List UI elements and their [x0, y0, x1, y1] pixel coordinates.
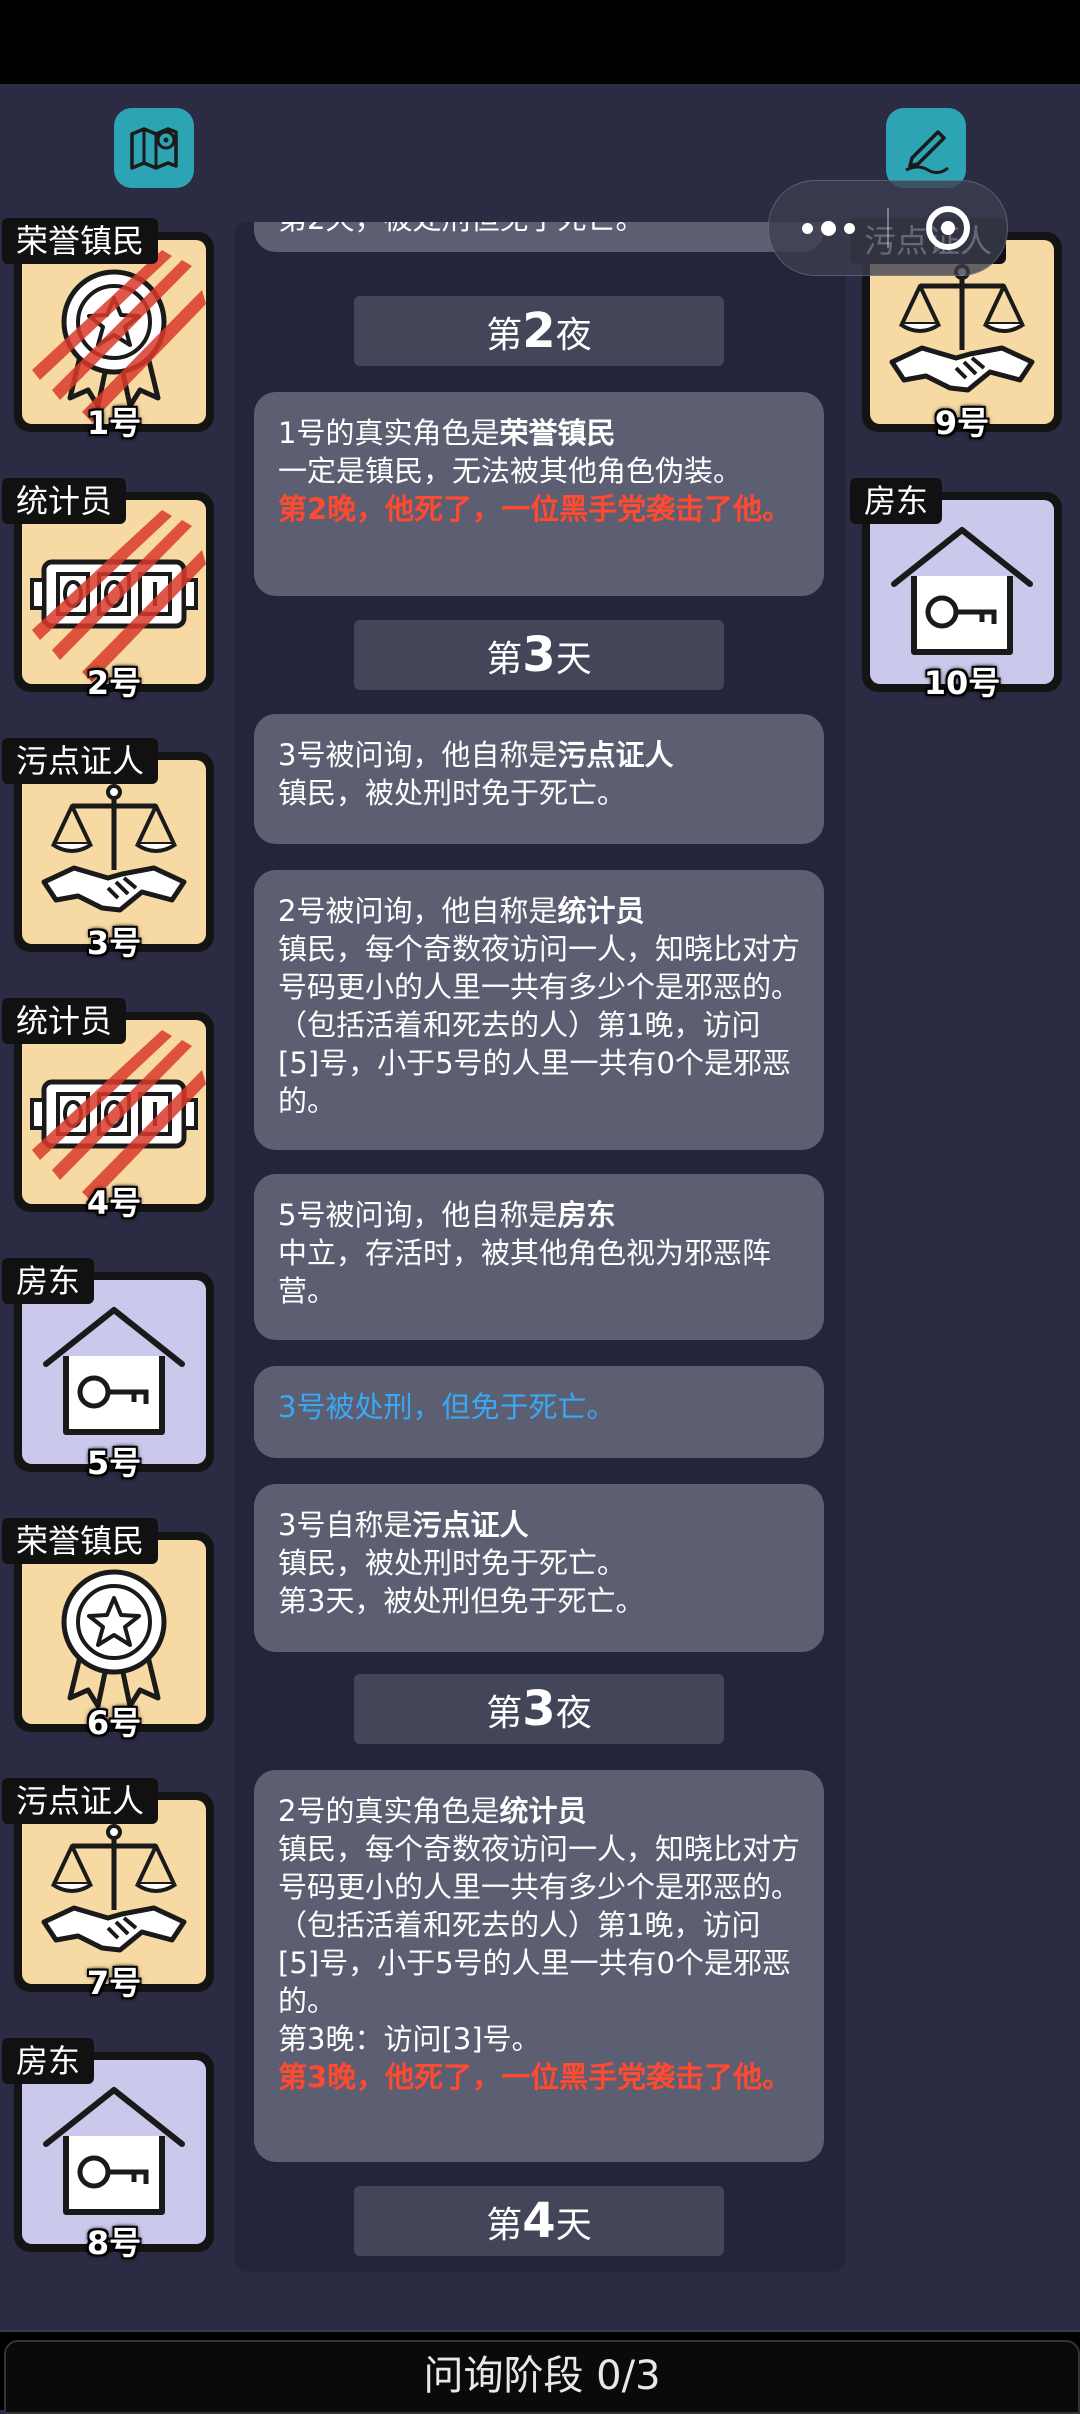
player-number: 10号	[923, 664, 1001, 702]
player-number: 2号	[86, 664, 142, 702]
day-3-header: 第3天	[354, 620, 724, 690]
player-number: 3号	[86, 924, 142, 962]
more-dots-icon	[801, 222, 813, 234]
log-entry-reveal-1: 1号的真实角色是荣誉镇民 一定是镇民，无法被其他角色伪装。 第2晚，他死了，一位…	[254, 392, 824, 596]
log-entry-inquiry-5: 5号被问询，他自称是房东 中立，存活时，被其他角色视为邪恶阵营。	[254, 1174, 824, 1340]
card-face	[22, 2060, 206, 2244]
notes-button[interactable]	[886, 108, 966, 188]
player-card-3[interactable]: 污点证人 3号	[2, 738, 214, 962]
phase-label: 问询阶段 0/3	[4, 2340, 1080, 2414]
card-face	[22, 240, 206, 424]
player-number: 7号	[86, 1964, 142, 2002]
scales-handshake-icon	[41, 1824, 187, 1953]
dead-slash-icon	[32, 250, 206, 422]
player-card-2[interactable]: 统计员 2号	[2, 478, 214, 702]
role-tag: 房东	[2, 2038, 95, 2084]
player-number: 9号	[934, 404, 990, 442]
player-card-5[interactable]: 房东 5号	[2, 1258, 214, 1482]
log-entry-reveal-2: 2号的真实角色是统计员 镇民，每个奇数夜访问一人，知晓比对方号码更小的人里一共有…	[254, 1770, 824, 2162]
phase-bar: 问询阶段 0/3	[0, 2330, 1080, 2414]
card-face	[22, 760, 206, 944]
card-face	[22, 1280, 206, 1464]
player-number: 6号	[86, 1704, 142, 1742]
role-tag: 统计员	[2, 998, 127, 1044]
player-number: 4号	[86, 1184, 142, 1222]
player-number: 8号	[86, 2224, 142, 2262]
status-bar	[0, 0, 1080, 84]
log-entry-execution: 3号被处刑，但免于死亡。	[254, 1366, 824, 1458]
role-tag: 荣誉镇民	[2, 218, 159, 264]
player-card-8[interactable]: 房东 8号	[2, 2038, 214, 2262]
role-tag: 荣誉镇民	[2, 1518, 159, 1564]
medal-icon	[61, 1569, 167, 1709]
log-entry-inquiry-2: 2号被问询，他自称是统计员 镇民，每个奇数夜访问一人，知晓比对方号码更小的人里一…	[254, 870, 824, 1150]
log-entry-claim-3: 3号自称是污点证人 镇民，被处刑时免于死亡。 第3天，被处刑但免于死亡。	[254, 1484, 824, 1652]
log-entry: 第2天，被处刑但免于死亡。	[254, 222, 824, 252]
pen-notes-icon	[905, 130, 949, 175]
card-face	[22, 1800, 206, 1984]
dead-slash-icon	[32, 510, 206, 682]
card-face	[22, 1020, 206, 1204]
more-button[interactable]	[769, 181, 887, 275]
log-entry-text: 第2天，被处刑但免于死亡。	[278, 222, 644, 236]
role-tag: 污点证人	[2, 738, 159, 784]
player-card-4[interactable]: 统计员 4号	[2, 998, 214, 1222]
card-face	[22, 1540, 206, 1724]
player-number: 5号	[86, 1444, 142, 1482]
role-tag: 污点证人	[2, 1778, 159, 1824]
night-3-header: 第3夜	[354, 1674, 724, 1744]
player-card-1[interactable]: 荣誉镇民 1号	[2, 218, 214, 442]
player-card-7[interactable]: 污点证人 7号	[2, 1778, 214, 2002]
day-4-header: 第4天	[354, 2186, 724, 2256]
log-entry-inquiry-3: 3号被问询，他自称是污点证人 镇民，被处刑时免于死亡。	[254, 714, 824, 844]
close-miniprogram-button[interactable]	[889, 181, 1007, 275]
player-card-6[interactable]: 荣誉镇民 6号	[2, 1518, 214, 1742]
map-button[interactable]	[114, 108, 194, 188]
card-face	[870, 500, 1054, 684]
game-log-panel[interactable]: 第2天，被处刑但免于死亡。 第2夜 1号的真实角色是荣誉镇民 一定是镇民，无法被…	[234, 222, 846, 2272]
map-icon	[130, 127, 178, 170]
player-number: 1号	[86, 404, 142, 442]
miniprogram-capsule	[768, 180, 1008, 276]
night-2-header: 第2夜	[354, 296, 724, 366]
house-key-icon	[891, 527, 1033, 655]
role-tag: 房东	[850, 478, 943, 524]
role-tag: 统计员	[2, 478, 127, 524]
scales-handshake-icon	[41, 784, 187, 913]
role-tag: 房东	[2, 1258, 95, 1304]
house-key-icon	[43, 1307, 185, 1435]
dead-slash-icon	[32, 1030, 206, 1202]
card-face	[22, 500, 206, 684]
house-key-icon	[43, 2087, 185, 2215]
player-card-10[interactable]: 房东 10号	[850, 478, 1062, 702]
target-close-icon	[926, 206, 970, 250]
